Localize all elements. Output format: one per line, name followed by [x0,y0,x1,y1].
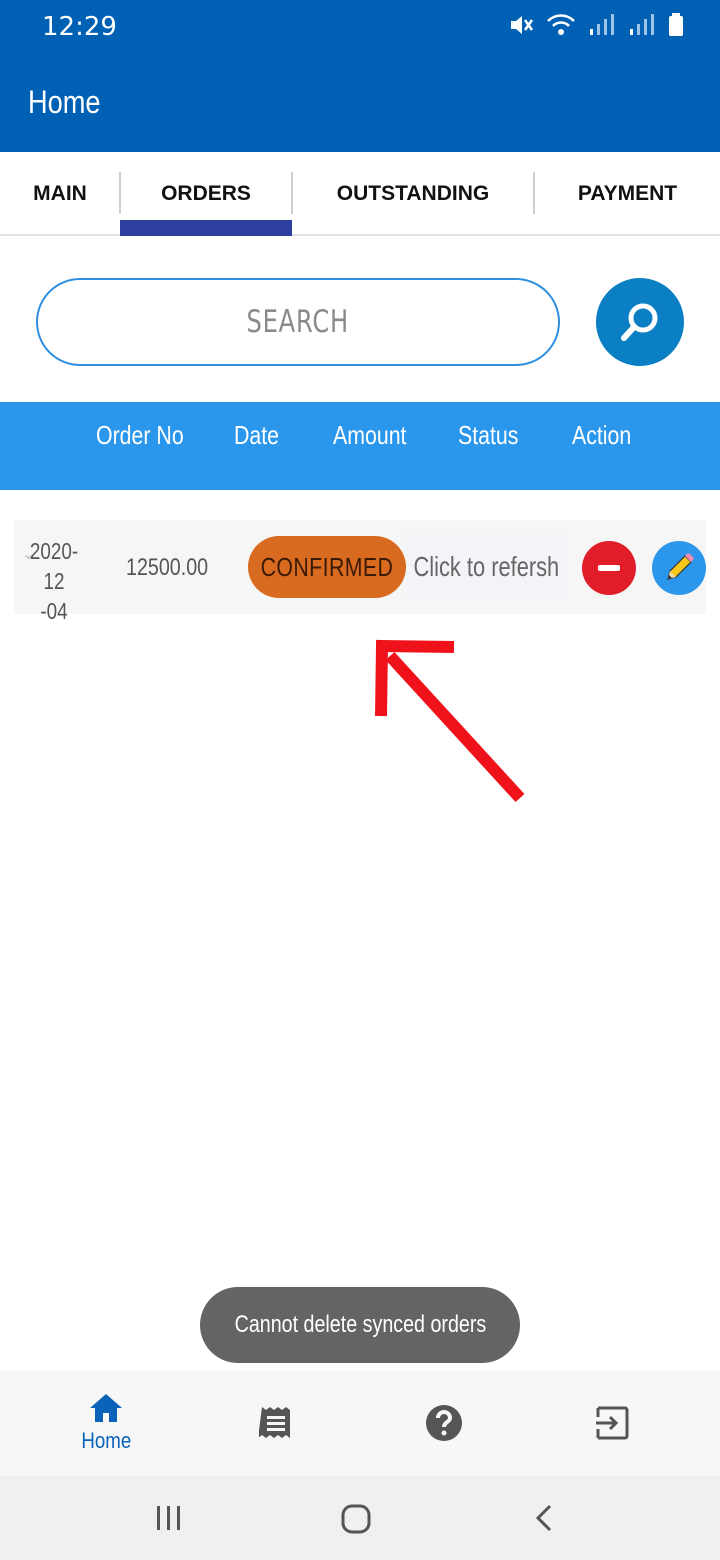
tab-payment[interactable]: PAYMENT [535,152,720,236]
bottom-nav: Home [0,1370,720,1476]
edit-order-button[interactable] [652,541,706,595]
active-tab-indicator [120,220,292,236]
battery-icon [669,13,683,36]
column-header-date: Date [234,420,280,450]
search-input[interactable]: SEARCH [36,278,560,366]
back-icon[interactable] [530,1503,560,1533]
refresh-label: Click to refersh [413,551,559,582]
nav-item-logout[interactable] [522,1370,702,1476]
app-bar: Home [0,56,720,152]
nav-label-home: Home [81,1428,131,1453]
table-row[interactable]: ⌄ 2020-12 -04 12500.00 CONFIRMED Click t… [14,520,706,624]
delete-order-button[interactable] [582,541,636,595]
order-date: 2020-12 -04 [23,536,85,626]
status-badge-label: CONFIRMED [260,551,394,582]
pencil-icon [667,553,694,580]
home-icon [90,1394,122,1422]
recent-apps-icon[interactable] [154,1503,184,1533]
refresh-button[interactable]: Click to refersh [406,534,566,600]
order-date-line1: 2020-12 [29,538,79,594]
receipt-icon [259,1407,290,1438]
tab-bar: MAIN ORDERS OUTSTANDING PAYMENT [0,152,720,236]
status-bar: 12:29 [0,0,720,56]
nav-item-help[interactable] [354,1370,534,1476]
mute-icon [511,16,534,34]
status-badge: CONFIRMED [248,536,406,598]
annotation-arrow [375,639,525,803]
tab-outstanding[interactable]: OUTSTANDING [293,152,533,236]
wifi-icon [547,14,575,35]
nav-item-home[interactable]: Home [16,1370,196,1476]
order-amount: 12500.00 [126,554,209,581]
order-date-line2: -04 [40,598,68,624]
search-button[interactable] [596,278,684,366]
table-header: Order No Date Amount Status Action [0,402,720,490]
minus-icon [598,565,620,571]
tab-main[interactable]: MAIN [0,152,120,236]
help-icon [426,1405,462,1441]
page-title: Home [28,84,101,120]
signal-icon [590,14,614,35]
nav-item-orders[interactable] [186,1370,366,1476]
toast-message: Cannot delete synced orders [200,1287,520,1363]
home-nav-icon[interactable] [340,1503,372,1535]
signal-icon-2 [630,14,654,35]
logout-icon [596,1406,629,1440]
column-header-order-no: Order No [96,420,184,450]
search-placeholder: SEARCH [246,304,350,340]
column-header-status: Status [458,420,519,450]
column-header-action: Action [572,420,632,450]
search-icon [621,303,658,341]
system-icons [508,12,684,38]
toast-text: Cannot delete synced orders [234,1311,486,1338]
status-time: 12:29 [42,12,117,42]
column-header-amount: Amount [333,420,407,450]
system-nav-bar [0,1476,720,1560]
